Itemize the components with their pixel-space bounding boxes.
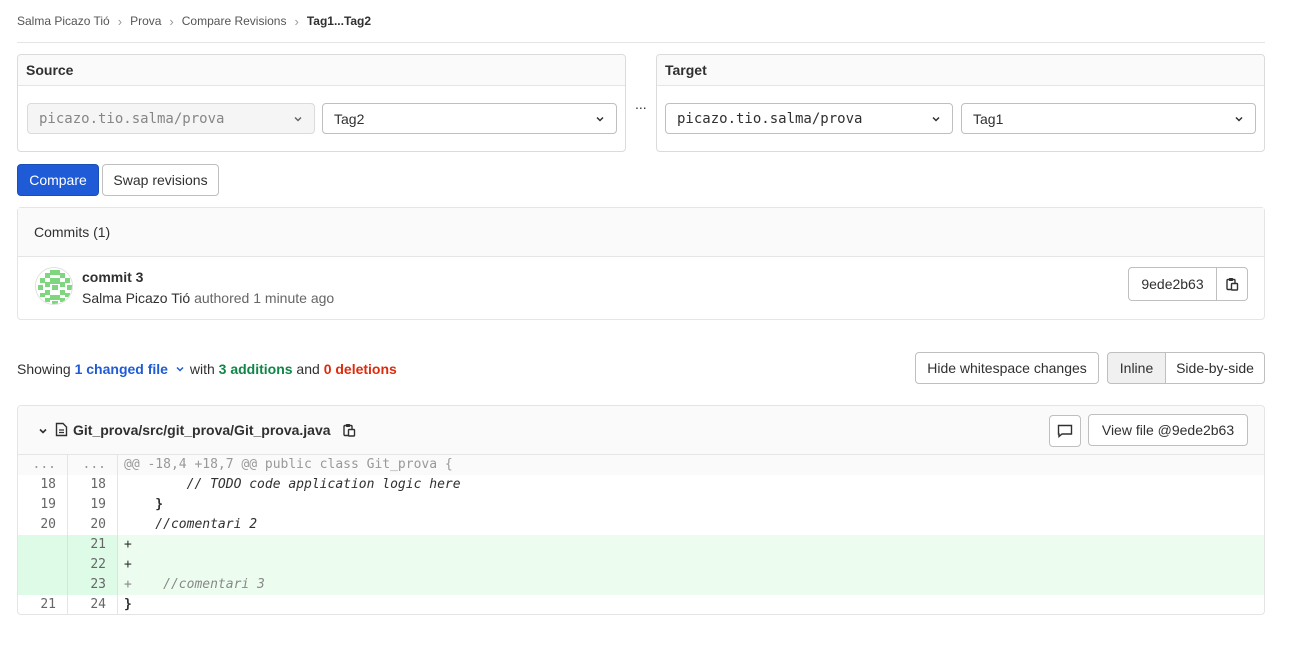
source-revision-value: Tag2 [334,110,365,127]
target-panel: Target picazo.tio.salma/prova Tag1 [656,54,1265,152]
stats-showing: Showing [17,361,75,377]
diff-line: 19 19 } [18,495,1264,515]
commits-header: Commits (1) [18,208,1264,257]
line-content: + [124,537,132,552]
diff-line: 21 24 } [18,595,1264,614]
compare-button[interactable]: Compare [17,164,99,196]
clipboard-icon[interactable] [342,423,356,437]
stats-with: with [185,361,219,377]
chevron-down-icon[interactable] [174,363,186,375]
diff-line-added: 22 + [18,555,1264,575]
line-content: } [124,497,164,512]
old-line-number[interactable] [18,575,68,595]
new-line-number[interactable]: 24 [68,595,118,614]
breadcrumb-project[interactable]: Prova [130,14,161,28]
chevron-down-icon[interactable] [37,425,49,437]
old-line-number[interactable]: 21 [18,595,68,614]
breadcrumb-user[interactable]: Salma Picazo Tió [17,14,110,28]
stats-and: and [292,361,324,377]
diff-line-added: 23 + //comentari 3 [18,575,1264,595]
commit-time: 1 minute ago [253,290,335,306]
view-file-button[interactable]: View file @9ede2b63 [1088,414,1248,446]
target-revision-value: Tag1 [973,110,1004,127]
diff-line: 20 20 //comentari 2 [18,515,1264,535]
chevron-down-icon [932,116,940,122]
target-project-value: picazo.tio.salma/prova [677,110,863,127]
new-line-number[interactable]: 21 [68,535,118,555]
line-content: + [124,557,132,572]
diff-stats: Showing 1 changed file with 3 additions … [17,361,397,377]
target-revision-dropdown[interactable]: Tag1 [961,103,1256,134]
inline-view-button[interactable]: Inline [1107,352,1166,384]
new-line-number[interactable]: 20 [68,515,118,535]
commit-author[interactable]: Salma Picazo Tió [82,290,190,306]
avatar[interactable] [35,267,73,305]
new-line-number[interactable]: 19 [68,495,118,515]
source-panel: Source picazo.tio.salma/prova Tag2 [17,54,626,152]
comment-button[interactable] [1049,415,1081,447]
source-title: Source [18,55,625,86]
old-line-number[interactable]: 19 [18,495,68,515]
line-content: @@ -18,4 +18,7 @@ public class Git_prova… [124,457,453,472]
new-line-number[interactable]: 22 [68,555,118,575]
source-project-value: picazo.tio.salma/prova [39,110,225,127]
commit-title[interactable]: commit 3 [82,269,143,285]
diff-line: ... ... @@ -18,4 +18,7 @@ public class G… [18,455,1264,475]
new-line-number[interactable]: 23 [68,575,118,595]
breadcrumb: Salma Picazo Tió › Prova › Compare Revis… [17,0,1265,43]
target-project-dropdown[interactable]: picazo.tio.salma/prova [665,103,953,134]
breadcrumb-current[interactable]: Tag1...Tag2 [307,14,371,28]
chevron-down-icon [294,116,302,122]
side-by-side-view-button[interactable]: Side-by-side [1165,352,1265,384]
line-content: // TODO code application logic here [124,477,461,492]
hide-whitespace-button[interactable]: Hide whitespace changes [915,352,1099,384]
commit-sha-group: 9ede2b63 [1128,267,1248,301]
source-revision-dropdown[interactable]: Tag2 [322,103,617,134]
old-line-number[interactable] [18,535,68,555]
file-header: Git_prova/src/git_prova/Git_prova.java V… [18,406,1264,455]
source-project-dropdown[interactable]: picazo.tio.salma/prova [27,103,315,134]
diff-line-added: 21 + [18,535,1264,555]
breadcrumb-compare[interactable]: Compare Revisions [182,14,287,28]
diff-body: ... ... @@ -18,4 +18,7 @@ public class G… [18,455,1264,614]
stats-deletions: 0 deletions [323,361,397,377]
commits-panel: Commits (1) commit 3 Salma Picazo Tió au… [17,207,1265,320]
commit-sha-button[interactable]: 9ede2b63 [1128,267,1217,301]
file-diff: Git_prova/src/git_prova/Git_prova.java V… [17,405,1265,615]
line-content: } [124,597,132,612]
commit-verb: authored [194,290,250,306]
old-line-number[interactable]: 20 [18,515,68,535]
target-title: Target [657,55,1264,86]
line-content: //comentari 2 [124,517,258,532]
copy-sha-button[interactable] [1217,267,1248,301]
file-path[interactable]: Git_prova/src/git_prova/Git_prova.java [73,422,331,438]
swap-revisions-button[interactable]: Swap revisions [102,164,219,196]
commit-meta: Salma Picazo Tió authored 1 minute ago [82,290,334,306]
old-line-number[interactable]: ... [18,455,68,475]
chevron-right-icon: › [117,13,123,29]
stats-additions: 3 additions [218,361,293,377]
old-line-number[interactable]: 18 [18,475,68,495]
chevron-right-icon: › [169,13,174,29]
new-line-number[interactable]: 18 [68,475,118,495]
revision-separator: ... [635,96,647,112]
comment-icon [1057,424,1073,438]
old-line-number[interactable] [18,555,68,575]
chevron-right-icon: › [294,13,299,29]
chevron-down-icon [596,116,604,122]
line-content: + //comentari 3 [124,577,265,592]
clipboard-icon [1226,278,1239,291]
file-icon [55,422,68,437]
chevron-down-icon [1235,116,1243,122]
diff-line: 18 18 // TODO code application logic her… [18,475,1264,495]
changed-files-dropdown[interactable]: 1 changed file [75,361,168,377]
new-line-number[interactable]: ... [68,455,118,475]
